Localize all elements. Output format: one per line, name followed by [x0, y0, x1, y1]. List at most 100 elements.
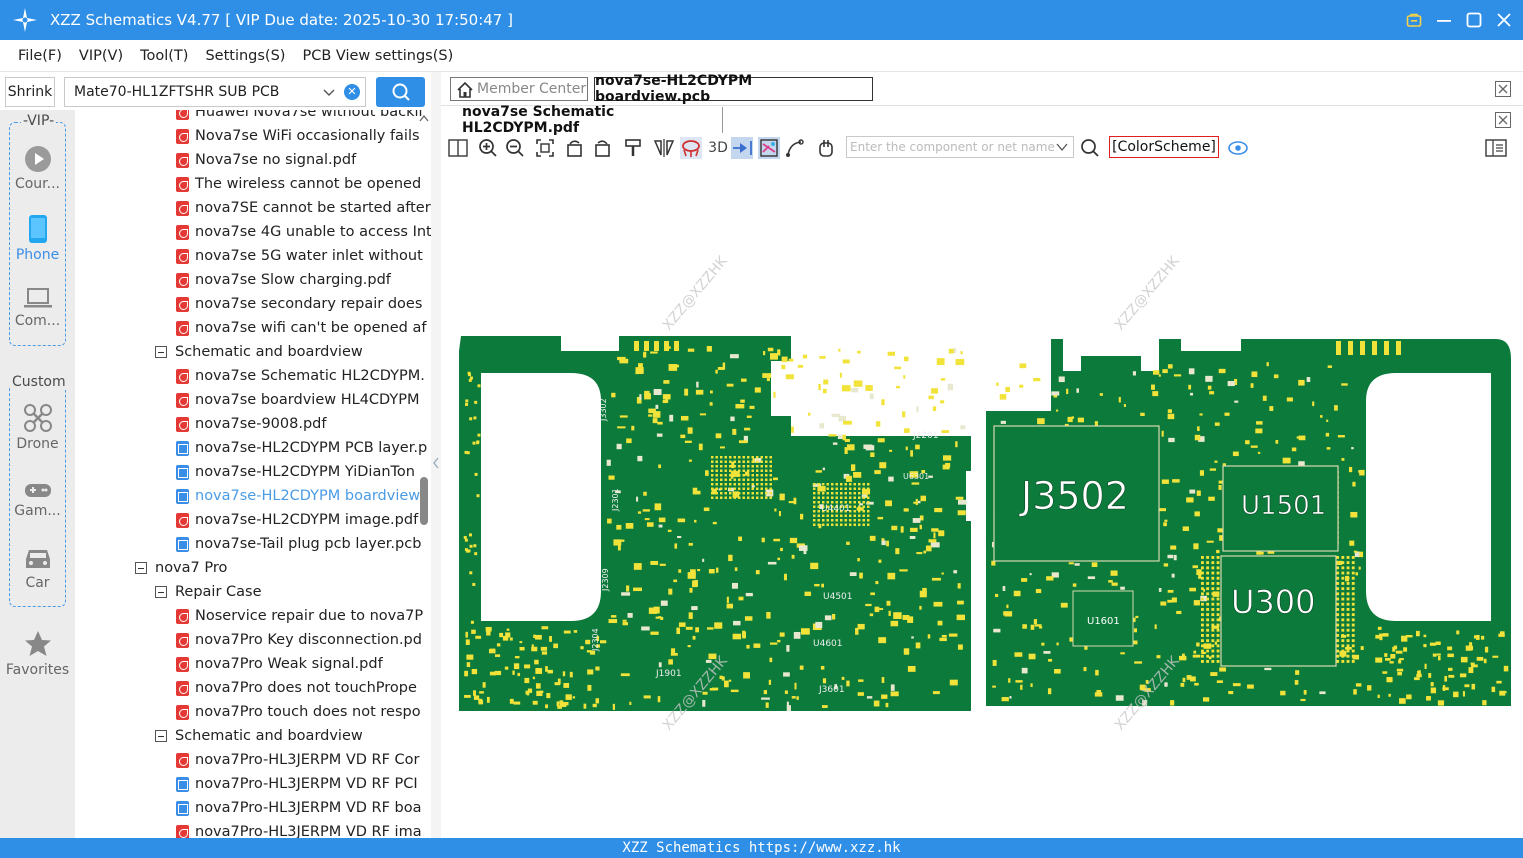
- collapse-toggle-icon[interactable]: [155, 730, 167, 742]
- tree-scroll-thumb[interactable]: [420, 477, 428, 525]
- menu-settings[interactable]: Settings(S): [205, 48, 285, 64]
- tree-folder[interactable]: nova7 Pro: [135, 556, 227, 580]
- tree-file[interactable]: nova7Pro Key disconnection.pd: [176, 628, 422, 652]
- menu-file[interactable]: File(F): [18, 48, 62, 64]
- pcb-pad: [1030, 624, 1035, 630]
- eye-icon[interactable]: [1227, 137, 1249, 159]
- tree-file[interactable]: nova7se secondary repair does: [176, 292, 422, 316]
- tree-file[interactable]: nova7se Slow charging.pdf: [176, 268, 391, 292]
- pcb-pad: [797, 364, 804, 368]
- pcb-pad: [953, 570, 958, 574]
- rotate-left-icon[interactable]: [564, 137, 586, 159]
- zoom-in-icon[interactable]: [477, 137, 499, 159]
- tree-file[interactable]: nova7Pro-HL3JERPM VD RF PCI: [176, 772, 418, 796]
- clear-icon[interactable]: ✕: [344, 84, 360, 100]
- pcb-pad: [1341, 556, 1345, 559]
- tree-file[interactable]: nova7se 4G unable to access Int: [176, 220, 431, 244]
- tree-file[interactable]: Nova7se WiFi occasionally fails: [176, 124, 420, 148]
- net-highlight-icon[interactable]: [758, 137, 780, 159]
- menu-pcb-view-settings[interactable]: PCB View settings(S): [302, 48, 453, 64]
- pcb-canvas[interactable]: J3502 U1501 U300 U1601 J2201 J1901 J3601 U4501 U…: [441, 161, 1523, 838]
- vip-bag-icon[interactable]: [1405, 11, 1423, 29]
- color-scheme-button[interactable]: [ColorScheme]: [1109, 136, 1219, 158]
- tree-folder[interactable]: Schematic and boardview: [155, 340, 363, 364]
- sidebar-item-favorites[interactable]: Favorites: [0, 629, 75, 678]
- tree-file[interactable]: nova7Pro touch does not respo: [176, 700, 421, 724]
- tree-file[interactable]: nova7se boardview HL4CDYPM: [176, 388, 420, 412]
- collapse-toggle-icon[interactable]: [135, 562, 147, 574]
- pcb-pad: [467, 371, 471, 375]
- fit-view-icon[interactable]: [534, 137, 556, 159]
- tree-file[interactable]: nova7Pro does not touchPrope: [176, 676, 417, 700]
- menu-tool[interactable]: Tool(T): [140, 48, 188, 64]
- pcb-pad: [947, 383, 954, 391]
- tree-file[interactable]: Nova7se no signal.pdf: [176, 148, 356, 172]
- sidebar-item-game[interactable]: Gam...: [0, 480, 75, 519]
- tree-file[interactable]: nova7se 5G water inlet without: [176, 244, 423, 268]
- tree-file[interactable]: nova7se-HL2CDYPM PCB layer.p: [176, 436, 427, 460]
- pcb-pad: [1384, 341, 1389, 355]
- trace-icon[interactable]: [784, 137, 806, 159]
- paint-brush-icon[interactable]: [622, 137, 644, 159]
- menu-vip[interactable]: VIP(V): [79, 48, 123, 64]
- chevron-down-icon[interactable]: [321, 84, 337, 100]
- rotate-right-icon[interactable]: [591, 137, 613, 159]
- side-panel-icon[interactable]: [1485, 137, 1507, 159]
- zoom-out-icon[interactable]: [504, 137, 526, 159]
- close-doc-icon[interactable]: [1495, 112, 1511, 128]
- sidebar-item-computer[interactable]: Com...: [0, 286, 75, 329]
- close-button[interactable]: [1495, 11, 1513, 29]
- pcb-pad: [1201, 660, 1204, 663]
- pcb-pad: [1326, 447, 1331, 450]
- tree-file[interactable]: The wireless cannot be opened: [176, 172, 421, 196]
- tree-file[interactable]: nova7se-9008.pdf: [176, 412, 326, 436]
- tree-file[interactable]: nova7se Schematic HL2CDYPM.: [176, 364, 425, 388]
- tree-folder[interactable]: Schematic and boardview: [155, 724, 363, 748]
- sidebar-item-car[interactable]: Car: [0, 546, 75, 591]
- 3d-button[interactable]: 3D: [705, 137, 731, 159]
- collapse-toggle-icon[interactable]: [155, 586, 167, 598]
- tab-member-center[interactable]: Member Center: [450, 77, 588, 101]
- tree-file[interactable]: Noservice repair due to nova7P: [176, 604, 423, 628]
- tree-file[interactable]: Huawei Nova7se without backli: [176, 110, 423, 124]
- shrink-button[interactable]: Shrink: [5, 77, 55, 107]
- pcb-board-drawing[interactable]: J3502 U1501 U300 U1601 J2201 J1901 J3601 U4501 U…: [441, 161, 1523, 838]
- tree-scrollbar[interactable]: [418, 110, 430, 838]
- split-view-icon[interactable]: [447, 137, 469, 159]
- tree-file[interactable]: nova7Pro-HL3JERPM VD RF ima: [176, 820, 422, 838]
- tree-file[interactable]: nova7SE cannot be started after: [176, 196, 431, 220]
- mirror-icon[interactable]: [653, 137, 675, 159]
- tab-schematic[interactable]: nova7se Schematic HL2CDYPM.pdf: [449, 104, 723, 136]
- sidebar-item-courses[interactable]: Cour...: [0, 145, 75, 192]
- close-tab-icon[interactable]: [1495, 81, 1511, 97]
- panel-splitter[interactable]: [431, 72, 441, 838]
- collapse-panel-icon[interactable]: [432, 457, 440, 469]
- tree-file[interactable]: nova7se-HL2CDYPM image.pdf: [176, 508, 418, 532]
- tree-file[interactable]: nova7Pro Weak signal.pdf: [176, 652, 383, 676]
- tab-pcb-boardview[interactable]: nova7se-HL2CDYPM boardview.pcb: [594, 73, 873, 105]
- minimize-button[interactable]: [1435, 11, 1453, 29]
- pcb-pad: [742, 487, 745, 490]
- bga-view-icon[interactable]: [680, 137, 702, 159]
- tree-file[interactable]: nova7se-Tail plug pcb layer.pcb: [176, 532, 421, 556]
- component-search-icon[interactable]: [1079, 137, 1101, 159]
- tree-file[interactable]: nova7Pro-HL3JERPM VD RF Cor: [176, 748, 420, 772]
- collapse-toggle-icon[interactable]: [155, 346, 167, 358]
- maximize-button[interactable]: [1465, 11, 1483, 29]
- sidebar-item-phone[interactable]: Phone: [0, 214, 75, 263]
- pin-direction-icon[interactable]: [731, 137, 753, 159]
- scroll-up-icon[interactable]: [419, 114, 429, 122]
- tree-folder[interactable]: Repair Case: [155, 580, 262, 604]
- chevron-down-icon[interactable]: [1055, 141, 1069, 153]
- component-search-input[interactable]: Enter the component or net name: [846, 136, 1074, 158]
- tree-file[interactable]: nova7se wifi can't be opened af: [176, 316, 426, 340]
- tree-file[interactable]: nova7se-HL2CDYPM boardview: [176, 484, 420, 508]
- search-button[interactable]: [376, 77, 425, 107]
- sidebar-item-drone[interactable]: Drone: [0, 403, 75, 452]
- pcb-pad: [1211, 628, 1215, 632]
- tree-file[interactable]: nova7se-HL2CDYPM YiDianTon: [176, 460, 415, 484]
- hand-pan-icon[interactable]: [815, 137, 837, 159]
- tree-file[interactable]: nova7Pro-HL3JERPM VD RF boa: [176, 796, 422, 820]
- pcb-pad: [729, 478, 732, 481]
- model-combo[interactable]: Mate70-HL1ZFTSHR SUB PCB ✕: [64, 77, 366, 107]
